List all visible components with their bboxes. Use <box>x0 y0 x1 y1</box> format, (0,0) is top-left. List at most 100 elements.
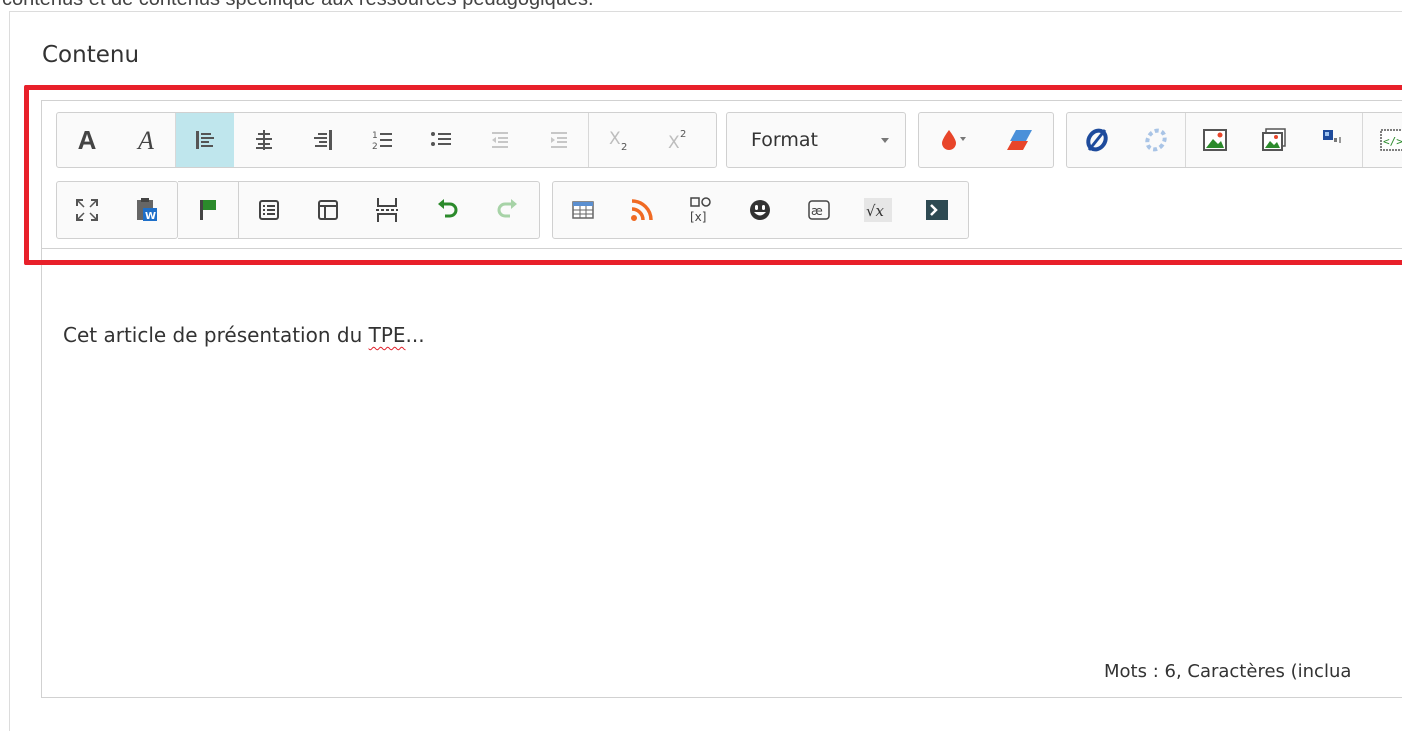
rss-icon <box>630 199 653 221</box>
superscript-button[interactable]: X 2 <box>647 113 706 167</box>
format-dropdown[interactable]: Format <box>726 112 906 168</box>
indent-button[interactable] <box>529 113 588 167</box>
toolbar-group-history <box>418 181 540 239</box>
table-button[interactable] <box>553 182 612 238</box>
italic-icon: A <box>136 128 154 152</box>
align-left-button[interactable] <box>175 113 234 167</box>
misspelled-word[interactable]: TPE <box>369 323 406 347</box>
page-break-icon <box>375 198 398 222</box>
image-gallery-button[interactable] <box>1244 113 1303 167</box>
svg-text:1: 1 <box>372 131 378 141</box>
svg-text:A: A <box>136 128 154 152</box>
remove-format-icon <box>1006 130 1032 150</box>
blockquote-button[interactable] <box>239 182 298 238</box>
align-right-button[interactable] <box>293 113 352 167</box>
template-icon <box>317 200 338 220</box>
numbered-list-button[interactable]: 1 2 <box>352 113 411 167</box>
outdent-icon <box>491 132 508 148</box>
svg-text:2: 2 <box>680 129 686 140</box>
content-text-prefix: Cet article de présentation du <box>63 323 369 347</box>
toolbar-group-anchor <box>178 181 240 239</box>
remove-format-button[interactable] <box>986 113 1053 167</box>
link-icon <box>1085 128 1108 152</box>
image-icon <box>1203 129 1227 151</box>
svg-text:[x]: [x] <box>690 210 706 223</box>
math-formula-icon: √x <box>863 198 892 222</box>
svg-text:</>: </> <box>1383 135 1402 148</box>
chevron-down-icon <box>881 137 889 143</box>
toolbar-group-text: A A 1 2 X 2 X 2 <box>56 112 717 168</box>
superscript-icon: X 2 <box>668 129 686 152</box>
svg-text:X: X <box>668 133 680 152</box>
subscript-icon: X 2 <box>609 129 627 152</box>
align-right-icon <box>313 130 332 150</box>
redo-icon <box>497 199 517 218</box>
word-count-status: Mots : 6, Caractères (inclua <box>1104 661 1352 682</box>
page-intro-text: contenus et de contenus spécifique aux r… <box>2 0 594 11</box>
source-code-button[interactable]: </> <box>1362 113 1402 167</box>
outdent-button[interactable] <box>470 113 529 167</box>
template-button[interactable] <box>298 182 357 238</box>
italic-button[interactable]: A <box>116 113 175 167</box>
content-text-suffix: ... <box>405 323 425 347</box>
redo-button[interactable] <box>477 182 536 238</box>
editor-content[interactable]: Cet article de présentation du TPE... <box>63 323 425 347</box>
svg-text:W: W <box>145 211 156 222</box>
math-formula-button[interactable]: √x <box>848 182 907 238</box>
toolbar-group-blocks <box>238 181 420 239</box>
paste-from-word-button[interactable]: W <box>116 182 175 238</box>
editor-toolbar: A A 1 2 X 2 X 2 Format </> W [x] æ √x <box>42 101 1402 249</box>
toolbar-group-document: W <box>56 181 178 239</box>
text-color-icon <box>941 130 966 150</box>
anchor-button[interactable] <box>178 182 238 238</box>
svg-text:√x: √x <box>866 202 885 220</box>
image-button[interactable] <box>1185 113 1244 167</box>
blockquote-icon <box>258 200 279 220</box>
qr-code-button[interactable]: [x] <box>671 182 730 238</box>
paste-from-word-icon: W <box>136 198 157 222</box>
rich-text-editor: A A 1 2 X 2 X 2 Format </> W [x] æ √x Ce… <box>41 100 1402 698</box>
bulleted-list-icon <box>430 132 451 146</box>
subscript-button[interactable]: X 2 <box>588 113 647 167</box>
align-center-icon <box>255 130 272 150</box>
svg-text:X: X <box>609 129 621 149</box>
format-label: Format <box>751 129 818 151</box>
undo-icon <box>437 199 457 218</box>
maximize-button[interactable] <box>57 182 116 238</box>
section-label-contenu: Contenu <box>42 42 140 68</box>
media-button[interactable] <box>1303 113 1362 167</box>
rss-button[interactable] <box>612 182 671 238</box>
media-icon <box>1322 130 1341 143</box>
maximize-icon <box>75 199 98 221</box>
svg-text:æ: æ <box>811 204 823 218</box>
numbered-list-icon: 1 2 <box>372 131 392 151</box>
special-char-icon: æ <box>807 200 830 220</box>
svg-text:2: 2 <box>372 142 378 151</box>
anchor-flag-icon <box>200 200 216 220</box>
toolbar-group-insert: [x] æ √x <box>552 181 969 239</box>
svg-text:A: A <box>77 128 96 152</box>
align-center-button[interactable] <box>234 113 293 167</box>
source-code-icon: </> <box>1380 129 1402 151</box>
undo-button[interactable] <box>418 182 477 238</box>
link-button[interactable] <box>1067 113 1126 167</box>
emoji-button[interactable] <box>730 182 789 238</box>
toolbar-group-media: </> <box>1066 112 1402 168</box>
image-gallery-icon <box>1261 128 1286 151</box>
table-icon <box>571 201 594 219</box>
page-break-button[interactable] <box>357 182 416 238</box>
special-char-button[interactable]: æ <box>789 182 848 238</box>
toolbar-group-color <box>918 112 1054 168</box>
align-left-icon <box>196 131 214 149</box>
bold-icon: A <box>77 128 96 152</box>
unlink-icon <box>1144 128 1167 152</box>
unlink-button[interactable] <box>1126 113 1185 167</box>
emoji-icon <box>749 200 770 220</box>
code-terminal-icon <box>925 200 948 220</box>
bold-button[interactable]: A <box>57 113 116 167</box>
text-color-button[interactable] <box>919 113 986 167</box>
bulleted-list-button[interactable] <box>411 113 470 167</box>
svg-text:2: 2 <box>621 142 627 152</box>
code-terminal-button[interactable] <box>907 182 966 238</box>
indent-icon <box>550 132 567 148</box>
